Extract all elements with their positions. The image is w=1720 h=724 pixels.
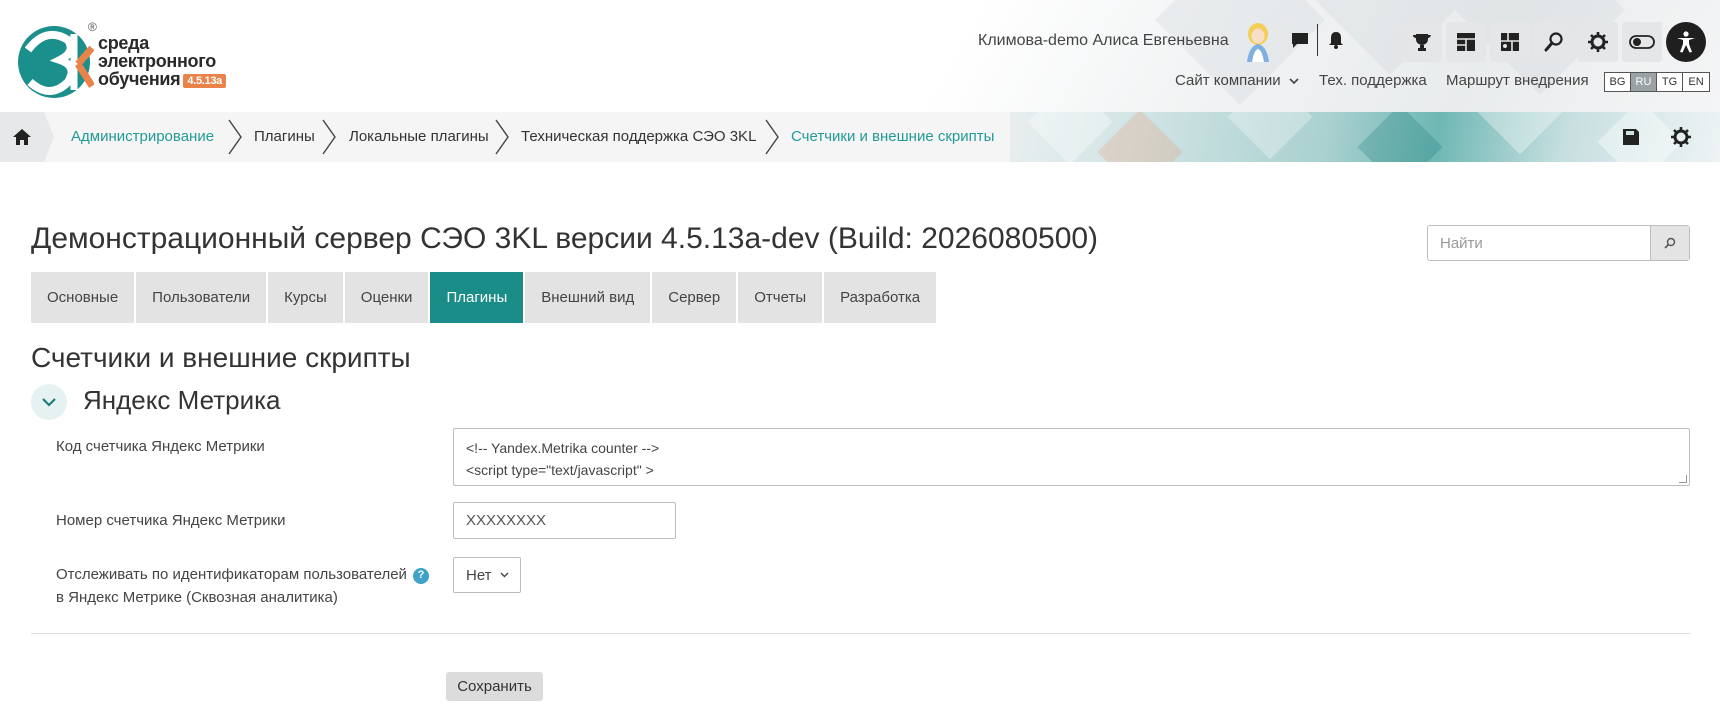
logo[interactable]: ® среда электронного обучения 4.5.13a	[8, 12, 240, 108]
accessibility-button[interactable]	[1666, 22, 1706, 62]
counter-number-input[interactable]	[453, 502, 676, 539]
fieldset-collapse-button[interactable]	[31, 384, 67, 420]
courses-button[interactable]	[1490, 22, 1530, 62]
trophy-button[interactable]	[1402, 22, 1442, 62]
breadcrumb-arrow	[44, 112, 54, 162]
tab-courses[interactable]: Курсы	[268, 272, 343, 323]
help-icon[interactable]: ?	[412, 567, 429, 584]
tab-development[interactable]: Разработка	[824, 272, 937, 323]
language-switcher: BG RU TG EN	[1604, 72, 1710, 92]
textarea-resize-handle[interactable]	[1679, 475, 1687, 483]
search-button[interactable]	[1534, 22, 1574, 62]
gear-icon	[1671, 127, 1691, 147]
breadcrumb-separator	[322, 119, 336, 155]
theme-toggle-button[interactable]	[1622, 22, 1662, 62]
search-input[interactable]	[1428, 226, 1650, 260]
registered-mark: ®	[88, 20, 97, 34]
gear-icon	[1588, 32, 1608, 52]
search-submit-button[interactable]	[1650, 226, 1689, 260]
logo-line: электронного	[98, 51, 216, 71]
logo-line: среда	[98, 33, 149, 53]
breadcrumb-separator	[228, 119, 242, 155]
home-icon	[13, 129, 31, 145]
tab-grades[interactable]: Оценки	[344, 272, 429, 323]
track-field-label: Отслеживать по идентификаторам пользоват…	[56, 563, 429, 609]
user-avatar[interactable]	[1243, 22, 1273, 62]
messages-icon[interactable]	[1288, 28, 1312, 52]
track-label-line1: Отслеживать по идентификаторам пользоват…	[56, 566, 407, 583]
implementation-route-link[interactable]: Маршрут внедрения	[1446, 72, 1589, 89]
page-title: Демонстрационный сервер СЭО 3KL версии 4…	[31, 222, 1099, 255]
code-field-label: Код счетчика Яндекс Метрики	[56, 438, 265, 455]
search-icon	[1544, 32, 1563, 52]
home-button[interactable]	[0, 112, 44, 162]
chevron-down-icon	[1289, 78, 1299, 85]
page-settings-button[interactable]	[1669, 125, 1693, 149]
tab-users[interactable]: Пользователи	[136, 272, 267, 323]
search-icon	[1664, 237, 1676, 249]
tab-server[interactable]: Сервер	[652, 272, 737, 323]
settings-button[interactable]	[1578, 22, 1618, 62]
logo-line-text: обучения	[98, 69, 181, 89]
logo-mark-icon	[18, 26, 94, 98]
trophy-icon	[1413, 34, 1431, 51]
theme-toggle-icon	[1629, 35, 1655, 49]
divider	[1317, 24, 1318, 56]
breadcrumb-local-plugins[interactable]: Локальные плагины	[349, 128, 489, 145]
dashboard-button[interactable]	[1446, 22, 1486, 62]
tab-reports[interactable]: Отчеты	[738, 272, 823, 323]
breadcrumb-tech-support[interactable]: Техническая поддержка СЭО 3KL	[521, 128, 756, 145]
section-title: Счетчики и внешние скрипты	[31, 342, 411, 373]
lang-ru[interactable]: RU	[1631, 73, 1657, 91]
breadcrumb-current[interactable]: Счетчики и внешние скрипты	[791, 128, 994, 145]
breadcrumb: Администрирование Плагины Локальные плаг…	[0, 112, 1720, 162]
save-page-button[interactable]	[1619, 125, 1643, 149]
company-site-label: Сайт компании	[1175, 72, 1281, 89]
code-line: <script type="text/javascript" >	[466, 462, 654, 478]
notifications-icon[interactable]	[1324, 28, 1348, 52]
breadcrumb-separator	[495, 119, 509, 155]
admin-search	[1427, 225, 1690, 261]
admin-tabs: Основные Пользователи Курсы Оценки Плаги…	[31, 272, 938, 323]
track-users-select[interactable]: Нет	[453, 557, 521, 593]
select-value: Нет	[466, 566, 492, 584]
floppy-icon	[1623, 129, 1639, 145]
logo-version-badge: 4.5.13a	[183, 74, 226, 88]
lang-en[interactable]: EN	[1683, 73, 1709, 91]
form-divider	[31, 633, 1690, 634]
courses-icon	[1501, 33, 1519, 51]
support-link[interactable]: Тех. поддержка	[1319, 72, 1427, 89]
site-header: ® среда электронного обучения 4.5.13a Кли…	[0, 0, 1720, 112]
breadcrumb-plugins[interactable]: Плагины	[254, 128, 315, 145]
tab-plugins[interactable]: Плагины	[430, 272, 524, 323]
breadcrumb-administration[interactable]: Администрирование	[71, 128, 214, 145]
header-decoration	[1155, 0, 1325, 105]
breadcrumb-separator	[765, 119, 779, 155]
breadcrumb-decoration	[1010, 112, 1720, 162]
logo-line: обучения 4.5.13a	[98, 70, 226, 88]
fieldset-title: Яндекс Метрика	[83, 385, 281, 415]
code-line: <!-- Yandex.Metrika counter -->	[466, 440, 660, 456]
lang-tg[interactable]: TG	[1657, 73, 1683, 91]
logo-text: среда электронного обучения 4.5.13a	[98, 34, 226, 88]
tab-general[interactable]: Основные	[31, 272, 135, 323]
counter-code-textarea[interactable]: <!-- Yandex.Metrika counter --> <script …	[453, 428, 1690, 486]
track-label-line2: в Яндекс Метрике (Сквозная аналитика)	[56, 589, 338, 606]
tab-appearance[interactable]: Внешний вид	[525, 272, 651, 323]
dashboard-icon	[1457, 33, 1475, 51]
lang-bg[interactable]: BG	[1605, 73, 1631, 91]
save-button[interactable]: Сохранить	[446, 672, 543, 701]
number-field-label: Номер счетчика Яндекс Метрики	[56, 512, 286, 529]
company-site-link[interactable]: Сайт компании	[1175, 72, 1299, 89]
accessibility-icon	[1677, 31, 1695, 53]
chevron-down-icon	[500, 572, 509, 578]
user-name[interactable]: Климова-demo Алиса Евгеньевна	[978, 32, 1229, 50]
chevron-down-icon	[42, 398, 56, 407]
